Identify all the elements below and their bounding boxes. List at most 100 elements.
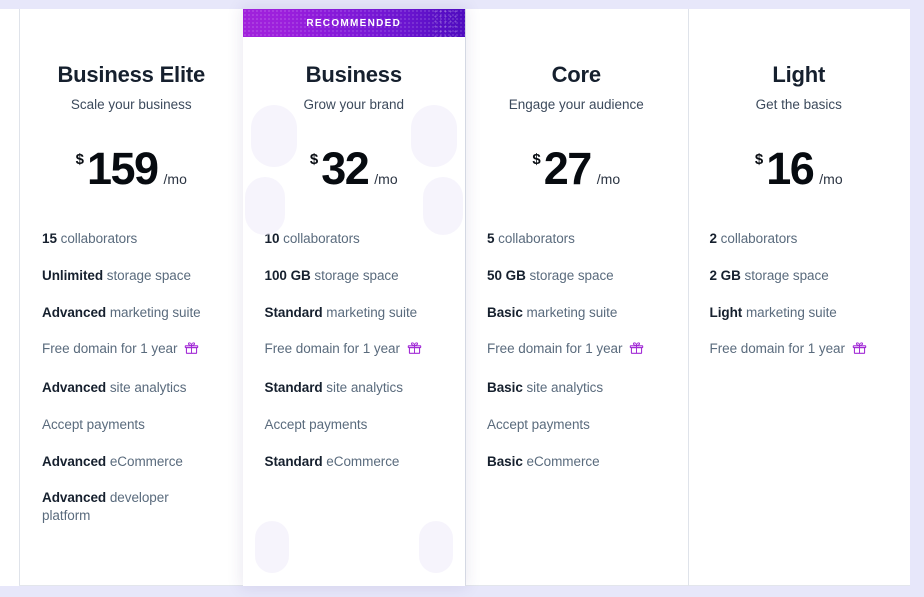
- feature-list-business: 10 collaborators 100 GB storage space Stan…: [265, 230, 444, 471]
- plan-column-business-elite[interactable]: Business Elite Scale your business $159/mo…: [20, 9, 243, 586]
- feature-item: 15 collaborators: [42, 230, 221, 248]
- feature-item: Basic site analytics: [487, 379, 666, 397]
- plan-columns: Business Elite Scale your business $159/mo…: [20, 9, 910, 586]
- feature-highlight: 2: [710, 231, 717, 246]
- feature-highlight: Standard: [265, 305, 323, 320]
- feature-item: Free domain for 1 year: [42, 340, 221, 360]
- feature-text: Free domain for 1 year: [487, 341, 622, 356]
- plan-tagline: Scale your business: [42, 97, 221, 113]
- feature-item: Unlimited storage space: [42, 267, 221, 285]
- feature-text: site analytics: [106, 380, 186, 395]
- feature-text: Free domain for 1 year: [710, 341, 845, 356]
- feature-item: Standard site analytics: [265, 379, 444, 397]
- feature-item: 100 GB storage space: [265, 267, 444, 285]
- price-period: /mo: [164, 172, 187, 186]
- feature-item: Standard eCommerce: [265, 453, 444, 471]
- plan-price-business: $32/mo: [265, 146, 444, 191]
- feature-text: marketing suite: [742, 305, 837, 320]
- feature-item: Standard marketing suite: [265, 304, 444, 322]
- feature-highlight: 2 GB: [710, 268, 741, 283]
- feature-highlight: 15: [42, 231, 57, 246]
- plan-header-business-elite: Business Elite Scale your business: [42, 9, 221, 113]
- gift-icon: [852, 340, 867, 360]
- feature-highlight: Unlimited: [42, 268, 103, 283]
- pricing-page: Business Elite Scale your business $159/mo…: [0, 0, 924, 597]
- feature-highlight: Standard: [265, 454, 323, 469]
- feature-highlight: 50 GB: [487, 268, 526, 283]
- feature-highlight: Advanced: [42, 454, 106, 469]
- gift-icon: [407, 340, 422, 360]
- feature-text: storage space: [741, 268, 829, 283]
- price-amount: 27: [544, 146, 591, 191]
- feature-text: Accept payments: [487, 417, 590, 432]
- feature-text: marketing suite: [106, 305, 201, 320]
- plan-name: Core: [487, 64, 666, 86]
- feature-item: 2 collaborators: [710, 230, 889, 248]
- ribbon-dot-pattern-right: [433, 9, 459, 37]
- price-period: /mo: [597, 172, 620, 186]
- feature-highlight: Basic: [487, 305, 523, 320]
- feature-highlight: Advanced: [42, 380, 106, 395]
- feature-item: 5 collaborators: [487, 230, 666, 248]
- plan-name: Business Elite: [42, 64, 221, 86]
- price-amount: 16: [766, 146, 813, 191]
- plan-header-core: Core Engage your audience: [487, 9, 666, 113]
- feature-text: collaborators: [279, 231, 359, 246]
- feature-item: Accept payments: [265, 416, 444, 434]
- feature-text: storage space: [526, 268, 614, 283]
- feature-item: Free domain for 1 year: [265, 340, 444, 360]
- plan-price-business-elite: $159/mo: [42, 146, 221, 191]
- price-period: /mo: [819, 172, 842, 186]
- feature-item: 50 GB storage space: [487, 267, 666, 285]
- recommended-ribbon: RECOMMENDED: [243, 9, 466, 37]
- feature-text: eCommerce: [323, 454, 400, 469]
- right-gutter: [910, 0, 924, 597]
- feature-text: storage space: [311, 268, 399, 283]
- price-amount: 159: [87, 146, 158, 191]
- feature-text: site analytics: [523, 380, 603, 395]
- feature-highlight: Basic: [487, 380, 523, 395]
- decorative-blob: [255, 521, 289, 573]
- feature-item: Advanced eCommerce: [42, 453, 221, 471]
- plan-tagline: Get the basics: [710, 97, 889, 113]
- feature-text: marketing suite: [323, 305, 418, 320]
- feature-item: Advanced developer platform: [42, 489, 221, 525]
- decorative-blob: [419, 521, 453, 573]
- feature-highlight: 10: [265, 231, 280, 246]
- price-currency: $: [532, 152, 540, 167]
- plan-tagline: Engage your audience: [487, 97, 666, 113]
- feature-text: Free domain for 1 year: [42, 341, 177, 356]
- feature-item: Accept payments: [487, 416, 666, 434]
- price-currency: $: [755, 152, 763, 167]
- feature-item: 2 GB storage space: [710, 267, 889, 285]
- feature-text: eCommerce: [106, 454, 183, 469]
- feature-text: collaborators: [57, 231, 137, 246]
- price-period: /mo: [374, 172, 397, 186]
- gift-icon: [184, 340, 199, 360]
- price-amount: 32: [321, 146, 368, 191]
- feature-item: Free domain for 1 year: [487, 340, 666, 360]
- price-currency: $: [310, 152, 318, 167]
- plan-price-light: $16/mo: [710, 146, 889, 191]
- price-currency: $: [76, 152, 84, 167]
- feature-item: Light marketing suite: [710, 304, 889, 322]
- plan-header-light: Light Get the basics: [710, 9, 889, 113]
- plan-column-business[interactable]: RECOMMENDED Business Grow your brand $32/mo…: [243, 9, 466, 586]
- feature-highlight: 100 GB: [265, 268, 311, 283]
- feature-highlight: Basic: [487, 454, 523, 469]
- plan-tagline: Grow your brand: [265, 97, 444, 113]
- feature-item: Advanced marketing suite: [42, 304, 221, 322]
- feature-text: eCommerce: [523, 454, 600, 469]
- plan-name: Light: [710, 64, 889, 86]
- plan-column-light[interactable]: Light Get the basics $16/mo 2 collaborators…: [688, 9, 911, 586]
- feature-text: Accept payments: [42, 417, 145, 432]
- feature-item: Basic eCommerce: [487, 453, 666, 471]
- feature-text: storage space: [103, 268, 191, 283]
- feature-text: collaborators: [717, 231, 797, 246]
- gift-icon: [629, 340, 644, 360]
- feature-item: Basic marketing suite: [487, 304, 666, 322]
- feature-highlight: Standard: [265, 380, 323, 395]
- plan-column-core[interactable]: Core Engage your audience $27/mo 5 collabor…: [465, 9, 688, 586]
- feature-highlight: Advanced: [42, 490, 106, 505]
- plan-name: Business: [265, 64, 444, 86]
